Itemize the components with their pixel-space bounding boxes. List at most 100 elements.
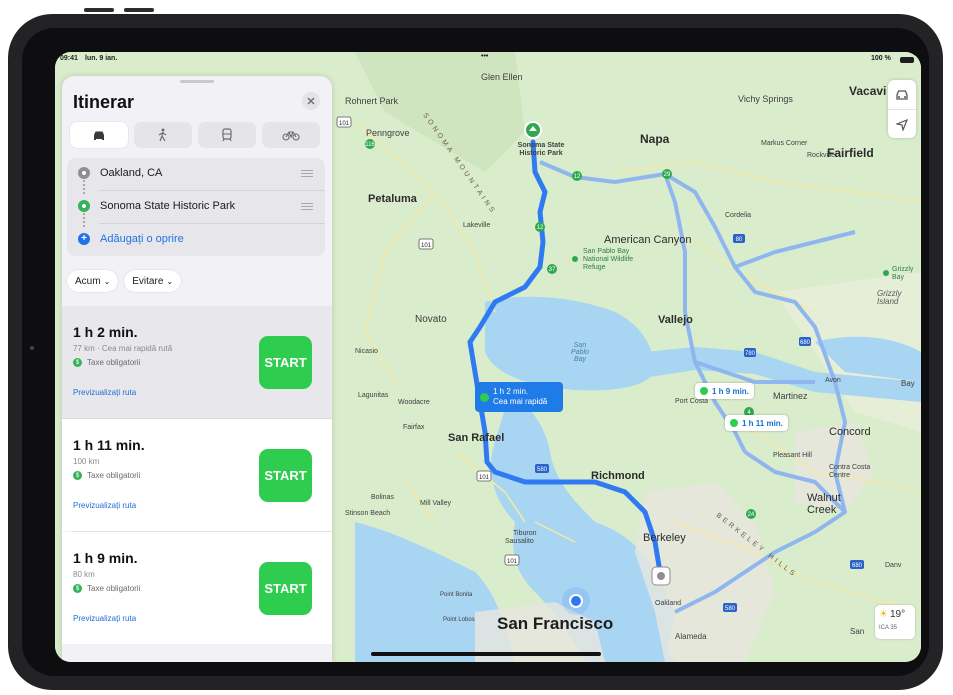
svg-text:37: 37: [549, 267, 556, 273]
avoid-label: Evitare: [132, 275, 164, 287]
drag-handle-icon[interactable]: [301, 201, 313, 212]
map-label-novato: Novato: [415, 314, 447, 325]
route-details: 77 km · Cea mai rapidă rută: [73, 344, 173, 353]
svg-text:24: 24: [748, 512, 755, 518]
map-label-woodacre: Woodacre: [398, 399, 430, 406]
route-toll-label: Taxe obligatorii: [87, 584, 141, 593]
close-icon: [307, 97, 315, 105]
route-callout-alt2[interactable]: 1 h 11 min.: [725, 415, 788, 431]
start-button[interactable]: START: [259, 449, 312, 502]
map-label-nicasio: Nicasio: [355, 348, 378, 355]
route-toll: $ Taxe obligatorii: [73, 471, 140, 480]
weather-badge[interactable]: ☀ 19° ICA 35: [875, 605, 915, 639]
transit-icon: [222, 128, 232, 142]
stop-origin[interactable]: Oakland, CA: [67, 158, 325, 188]
route-option[interactable]: 1 h 11 min. 100 km $ Taxe obligatorii Pr…: [62, 419, 332, 531]
map-label-american-canyon: American Canyon: [604, 234, 692, 246]
map-label-lakeville: Lakeville: [463, 222, 491, 229]
tab-car[interactable]: [70, 122, 128, 148]
sun-icon: ☀: [879, 609, 888, 620]
add-stop-row[interactable]: + Adăugați o oprire: [67, 224, 325, 254]
map-label-penngrove: Penngrove: [366, 128, 410, 138]
route-toll: $ Taxe obligatorii: [73, 358, 140, 367]
route-callout-main-time: 1 h 2 min.: [493, 387, 529, 396]
map-label-lagunitas: Lagunitas: [358, 392, 389, 399]
screen: 101 101 101 101 12 37 29 12 4 24 116 80 …: [55, 52, 921, 662]
car-icon: [94, 131, 104, 140]
destination-pin: [524, 121, 542, 139]
tab-bike[interactable]: [262, 122, 320, 148]
volume-button: [124, 8, 154, 12]
svg-text:116: 116: [365, 142, 375, 148]
map-label-cordelia: Cordelia: [725, 212, 752, 219]
directions-panel: Itinerar Oakland, CA Sonoma State Histor…: [62, 76, 332, 662]
preview-route-link[interactable]: Previzualizați ruta: [73, 501, 136, 510]
map-label-bolinas: Bolinas: [371, 494, 394, 501]
origin-marker: [651, 566, 671, 586]
current-location-dot: [569, 594, 583, 608]
origin-dot-icon: [78, 167, 90, 179]
svg-text:101: 101: [339, 121, 350, 127]
route-toll-label: Taxe obligatorii: [87, 358, 141, 367]
route-callout-alt1-icon: [700, 387, 708, 395]
drag-handle-icon[interactable]: [301, 168, 313, 179]
svg-text:29: 29: [664, 172, 671, 178]
route-callout-alt1[interactable]: 1 h 9 min.: [695, 383, 754, 399]
stop-destination-label: Sonoma State Historic Park: [100, 200, 236, 212]
locate-button[interactable]: [888, 110, 916, 139]
route-callout-alt2-icon: [730, 419, 738, 427]
map-label-concord: Concord: [829, 426, 871, 438]
status-dots: •••: [481, 53, 489, 60]
map-label-walnut-creek: Walnut Creek: [807, 492, 841, 516]
map-label-san-francisco: San Francisco: [497, 614, 614, 633]
departure-time-button[interactable]: Acum ⌄: [67, 270, 119, 292]
map-label-sonoma-park: Sonoma State Historic Park: [517, 142, 565, 157]
route-option[interactable]: 1 h 2 min. 77 km · Cea mai rapidă rută $…: [62, 306, 332, 418]
map-label-markus: Markus Corner: [761, 140, 808, 147]
stops-list: Oakland, CA Sonoma State Historic Park +…: [67, 158, 325, 256]
map-label-contra-costa: Contra Costa Centre: [829, 464, 871, 479]
tab-transit[interactable]: [198, 122, 256, 148]
route-callout-main[interactable]: 1 h 2 min. Cea mai rapidă: [475, 382, 563, 412]
map-label-san-pablo-bay: San Pablo Bay: [571, 342, 589, 363]
route-details: 100 km: [73, 457, 100, 466]
chevron-down-icon: ⌄: [166, 276, 174, 286]
route-callout-main-sub: Cea mai rapidă: [493, 397, 548, 406]
preview-route-link[interactable]: Previzualizați ruta: [73, 388, 136, 397]
chevron-down-icon: ⌄: [103, 276, 111, 286]
start-button[interactable]: START: [259, 336, 312, 389]
route-callout-car-icon: [480, 392, 489, 402]
map-label-san-rafael: San Rafael: [448, 432, 505, 444]
map-mode-button[interactable]: [888, 80, 916, 110]
map-label-napa: Napa: [640, 132, 670, 146]
avoid-button[interactable]: Evitare ⌄: [124, 270, 182, 292]
stop-destination[interactable]: Sonoma State Historic Park: [67, 191, 325, 221]
preview-route-link[interactable]: Previzualizați ruta: [73, 614, 136, 623]
map-label-vallejo: Vallejo: [658, 314, 693, 326]
car-icon: [896, 89, 908, 100]
toll-icon: $: [73, 584, 82, 593]
map-label-danville: Danv: [885, 562, 902, 569]
route-time: 1 h 11 min.: [73, 437, 145, 453]
map-label-stinson: Stinson Beach: [345, 510, 391, 517]
map-label-pleasant-hill: Pleasant Hill: [773, 452, 812, 459]
map-label-bay: Bay: [901, 379, 915, 388]
route-details: 80 km: [73, 570, 95, 579]
tab-walk[interactable]: [134, 122, 192, 148]
departure-time-label: Acum: [75, 275, 101, 287]
map-label-grizzly-island: Grizzly Island: [877, 289, 902, 306]
svg-text:101: 101: [479, 475, 490, 481]
home-indicator[interactable]: [371, 652, 601, 656]
route-time: 1 h 2 min.: [73, 324, 138, 340]
close-button[interactable]: [302, 92, 320, 110]
stop-origin-label: Oakland, CA: [100, 167, 163, 179]
svg-text:12: 12: [537, 225, 544, 231]
start-button[interactable]: START: [259, 562, 312, 615]
transport-mode-tabs: [70, 122, 320, 148]
bike-icon: [282, 131, 300, 141]
route-filters: Acum ⌄ Evitare ⌄: [67, 270, 182, 292]
panel-grabber[interactable]: [180, 80, 214, 83]
route-option[interactable]: 1 h 9 min. 80 km $ Taxe obligatorii Prev…: [62, 532, 332, 644]
svg-text:680: 680: [800, 340, 811, 346]
svg-text:80: 80: [736, 237, 743, 243]
